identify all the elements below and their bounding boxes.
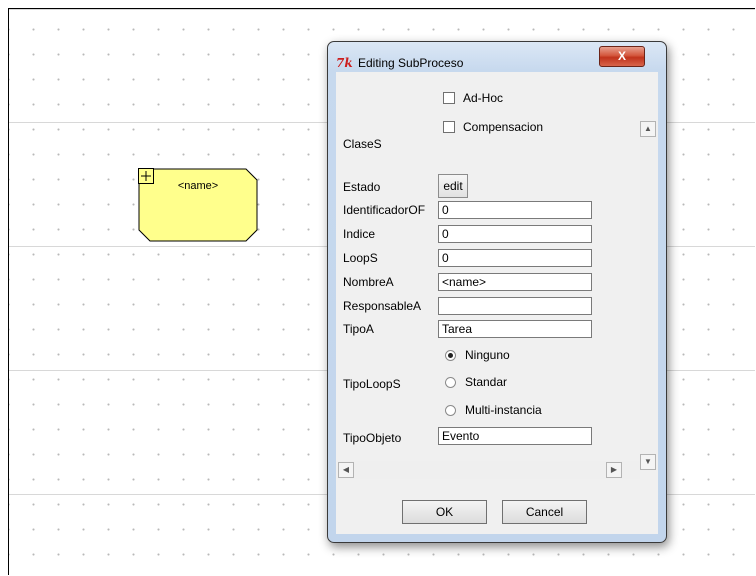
tipoobjeto-label: TipoObjeto xyxy=(343,431,402,445)
vertical-scroll-track[interactable] xyxy=(640,121,658,470)
scroll-down-arrow-icon[interactable]: ▼ xyxy=(640,454,656,470)
radio-standar[interactable] xyxy=(445,377,456,388)
subprocess-name: <name> xyxy=(177,180,219,192)
tk-logo-icon: 7k xyxy=(336,56,353,70)
tipoobjeto-input[interactable]: Evento xyxy=(438,427,592,445)
estado-label: Estado xyxy=(343,180,381,194)
horizontal-scrollbar[interactable]: ◀ ▶ xyxy=(336,461,640,479)
vertical-scrollbar[interactable]: ▲ ▼ xyxy=(640,121,658,470)
indice-input[interactable]: 0 xyxy=(438,225,592,243)
compensacion-checkbox[interactable] xyxy=(443,121,455,133)
tipoa-label: TipoA xyxy=(343,322,374,336)
estado-edit-button[interactable]: edit xyxy=(438,174,468,198)
tipoa-input[interactable]: Tarea xyxy=(438,320,592,338)
radio-ninguno[interactable] xyxy=(445,350,456,361)
tipoloops-label: TipoLoopS xyxy=(343,377,401,391)
expand-plus-icon[interactable] xyxy=(138,168,154,184)
indice-label: Indice xyxy=(343,227,376,241)
responsable-label: ResponsableA xyxy=(343,299,422,313)
identificador-label: IdentificadorOF xyxy=(343,203,426,217)
responsable-input[interactable] xyxy=(438,297,592,315)
scroll-right-arrow-icon[interactable]: ▶ xyxy=(606,462,622,478)
adhoc-label: Ad-Hoc xyxy=(463,91,504,105)
adhoc-checkbox[interactable] xyxy=(443,92,455,104)
horizontal-scroll-track[interactable] xyxy=(336,461,640,479)
radio-multi-instancia-label: Multi-instancia xyxy=(465,403,542,417)
subprocess-shape[interactable]: <name> xyxy=(138,168,258,242)
clases-label: ClaseS xyxy=(343,137,382,151)
radio-standar-label: Standar xyxy=(465,375,508,389)
nombre-label: NombreA xyxy=(343,275,394,289)
compensacion-label: Compensacion xyxy=(463,120,544,134)
scroll-up-arrow-icon[interactable]: ▲ xyxy=(640,121,656,137)
radio-ninguno-label: Ninguno xyxy=(465,348,510,362)
cancel-button[interactable]: Cancel xyxy=(502,500,587,524)
loops-input[interactable]: 0 xyxy=(438,249,592,267)
dialog-client-area: ClaseS Ad-Hoc Compensacion Estado edit I… xyxy=(336,72,658,534)
radio-multi-instancia[interactable] xyxy=(445,405,456,416)
editing-dialog: 7k Editing SubProceso X ClaseS Ad-Hoc Co… xyxy=(327,41,667,543)
properties-form: ClaseS Ad-Hoc Compensacion Estado edit I… xyxy=(336,72,640,467)
loops-label: LoopS xyxy=(343,251,378,265)
close-button[interactable]: X xyxy=(599,46,645,67)
dialog-title: Editing SubProceso xyxy=(358,56,464,70)
identificador-input[interactable]: 0 xyxy=(438,201,592,219)
ok-button[interactable]: OK xyxy=(402,500,487,524)
dialog-titlebar[interactable]: 7k Editing SubProceso X xyxy=(328,42,666,72)
scroll-left-arrow-icon[interactable]: ◀ xyxy=(338,462,354,478)
nombre-input[interactable]: <name> xyxy=(438,273,592,291)
